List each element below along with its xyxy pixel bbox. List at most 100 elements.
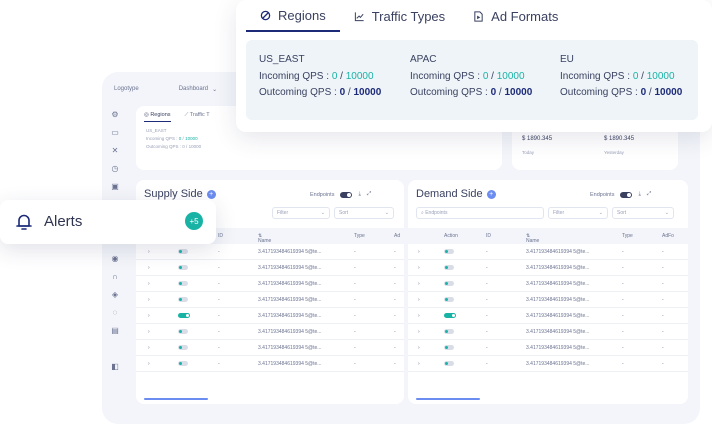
row-toggle[interactable] (444, 249, 454, 254)
outgoing-max: 10000 (654, 87, 683, 98)
tools-icon[interactable]: ✕ (110, 146, 120, 156)
headset-icon[interactable]: ∩ (110, 272, 120, 282)
row-toggle[interactable] (444, 313, 456, 318)
alerts-card[interactable]: Alerts +5 (0, 200, 216, 244)
row-name: 3.417193484619394 5@te... (526, 297, 590, 303)
demand-scrollbar[interactable] (416, 398, 480, 400)
table-row[interactable]: › - 3.417193484619394 5@te... - - (408, 276, 688, 292)
expand-icon[interactable]: › (418, 249, 420, 255)
table-row[interactable]: › - 3.417193484619394 5@te... - - (136, 340, 404, 356)
table-row[interactable]: › - 3.417193484619394 5@te... - - (408, 292, 688, 308)
monitor-icon[interactable]: ▭ (110, 128, 120, 138)
stat-yesterday-value: $ 1890.345 (604, 136, 635, 142)
expand-icon[interactable]: › (418, 361, 420, 367)
table-row[interactable]: › - 3.417193484619394 5@te... - - (136, 276, 404, 292)
layers-icon[interactable]: ◈ (110, 290, 120, 300)
table-row[interactable]: › - 3.417193484619394 5@te... - - (136, 356, 404, 372)
table-row[interactable]: › - 3.417193484619394 5@te... - - (408, 260, 688, 276)
sidebar-icon[interactable]: ◧ (110, 362, 120, 372)
demand-side-panel: Demand Side + Endpoints ⤓ ⤢ ⌕ Endpoints F… (408, 180, 688, 404)
row-type: - (354, 297, 356, 303)
document-icon[interactable]: ▤ (110, 326, 120, 336)
table-row[interactable]: › - 3.417193484619394 5@te... - - (408, 244, 688, 260)
demand-filter[interactable]: Filter ⌄ (548, 207, 608, 219)
supply-filter[interactable]: Filter ⌄ (272, 207, 330, 219)
download-icon[interactable]: ⤓ (358, 191, 360, 198)
download-icon[interactable]: ⤓ (638, 191, 640, 198)
supply-sort[interactable]: Sort ⌄ (334, 207, 394, 219)
demand-search[interactable]: ⌕ Endpoints (416, 207, 544, 219)
tab-traffic-types[interactable]: Traffic Types (340, 0, 459, 32)
row-toggle[interactable] (444, 265, 454, 270)
chevron-down-icon: ⌄ (384, 210, 389, 216)
tab-regions[interactable]: Regions (246, 0, 340, 32)
row-ad-format: - (662, 249, 664, 255)
row-id: - (218, 249, 220, 255)
demand-filter-text: Filter (553, 210, 565, 216)
row-toggle[interactable] (178, 265, 188, 270)
row-toggle[interactable] (444, 281, 454, 286)
demand-sort[interactable]: Sort ⌄ (612, 207, 674, 219)
settings-icon[interactable]: ⚙ (110, 110, 120, 120)
expand-icon[interactable]: › (148, 313, 150, 319)
row-toggle[interactable] (178, 297, 188, 302)
row-toggle[interactable] (444, 345, 454, 350)
expand-icon[interactable]: › (418, 329, 420, 335)
row-name: 3.417193484619394 5@te... (258, 313, 322, 319)
row-toggle[interactable] (178, 329, 188, 334)
expand-icon[interactable]: › (418, 345, 420, 351)
table-row[interactable]: › - 3.417193484619394 5@te... - - (408, 340, 688, 356)
expand-icon[interactable]: › (148, 249, 150, 255)
expand-icon[interactable]: › (148, 361, 150, 367)
row-toggle[interactable] (178, 361, 188, 366)
expand-icon[interactable]: › (418, 281, 420, 287)
dashboard-dropdown[interactable]: Dashboard ⌄ (179, 86, 217, 93)
clock-icon[interactable]: ◷ (110, 164, 120, 174)
mini-tab-regions[interactable]: ◎ Regions (144, 112, 171, 122)
expand-icon[interactable]: › (148, 281, 150, 287)
table-row[interactable]: › - 3.417193484619394 5@te... - - (408, 356, 688, 372)
row-type: - (354, 329, 356, 335)
expand-icon[interactable]: › (418, 265, 420, 271)
stat-today: $ 1890.345 Today (522, 136, 552, 155)
table-row[interactable]: › - 3.417193484619394 5@te... - - (136, 324, 404, 340)
expand-icon[interactable]: › (418, 313, 420, 319)
expand-icon[interactable]: ⤢ (367, 191, 371, 198)
calendar-icon[interactable]: ▣ (110, 182, 120, 192)
table-row[interactable]: › - 3.417193484619394 5@te... - - (136, 244, 404, 260)
expand-icon[interactable]: ⤢ (647, 191, 651, 198)
expand-icon[interactable]: › (148, 297, 150, 303)
expand-icon[interactable]: › (148, 345, 150, 351)
row-type: - (354, 345, 356, 351)
expand-icon[interactable]: › (418, 297, 420, 303)
region-eu: EU Incoming QPS : 0 / 10000 Outcoming QP… (560, 52, 682, 101)
table-row[interactable]: › - 3.417193484619394 5@te... - - (136, 260, 404, 276)
table-row[interactable]: › - 3.417193484619394 5@te... - - (408, 324, 688, 340)
expand-icon[interactable]: › (148, 265, 150, 271)
row-toggle[interactable] (444, 297, 454, 302)
row-toggle[interactable] (444, 329, 454, 334)
demand-col-name[interactable]: Name ⇅ (526, 233, 539, 244)
supply-endpoints-toggle[interactable] (340, 191, 353, 198)
mini-tab-traffic[interactable]: ⟋ Traffic T (185, 112, 210, 122)
supply-scrollbar[interactable] (144, 398, 208, 400)
row-toggle[interactable] (178, 249, 188, 254)
tab-ad-formats[interactable]: Ad Formats (459, 0, 572, 32)
row-toggle[interactable] (178, 345, 188, 350)
row-toggle[interactable] (178, 313, 190, 318)
table-row[interactable]: › - 3.417193484619394 5@te... - - (136, 308, 404, 324)
table-row[interactable]: › - 3.417193484619394 5@te... - - (408, 308, 688, 324)
demand-table-header: Action ID Name ⇅ Type AdFo (408, 228, 688, 244)
outgoing-value: 0 (640, 87, 647, 98)
supply-col-name[interactable]: Name ⇅ (258, 233, 271, 244)
row-toggle[interactable] (178, 281, 188, 286)
message-icon[interactable]: ◌ (110, 308, 120, 318)
row-toggle[interactable] (444, 361, 454, 366)
add-supply-button[interactable]: + (206, 189, 216, 199)
expand-icon[interactable]: › (148, 329, 150, 335)
table-row[interactable]: › - 3.417193484619394 5@te... - - (136, 292, 404, 308)
user-icon[interactable]: ◉ (110, 254, 120, 264)
row-id: - (486, 329, 488, 335)
demand-endpoints-toggle[interactable] (620, 191, 633, 198)
add-demand-button[interactable]: + (486, 189, 496, 199)
